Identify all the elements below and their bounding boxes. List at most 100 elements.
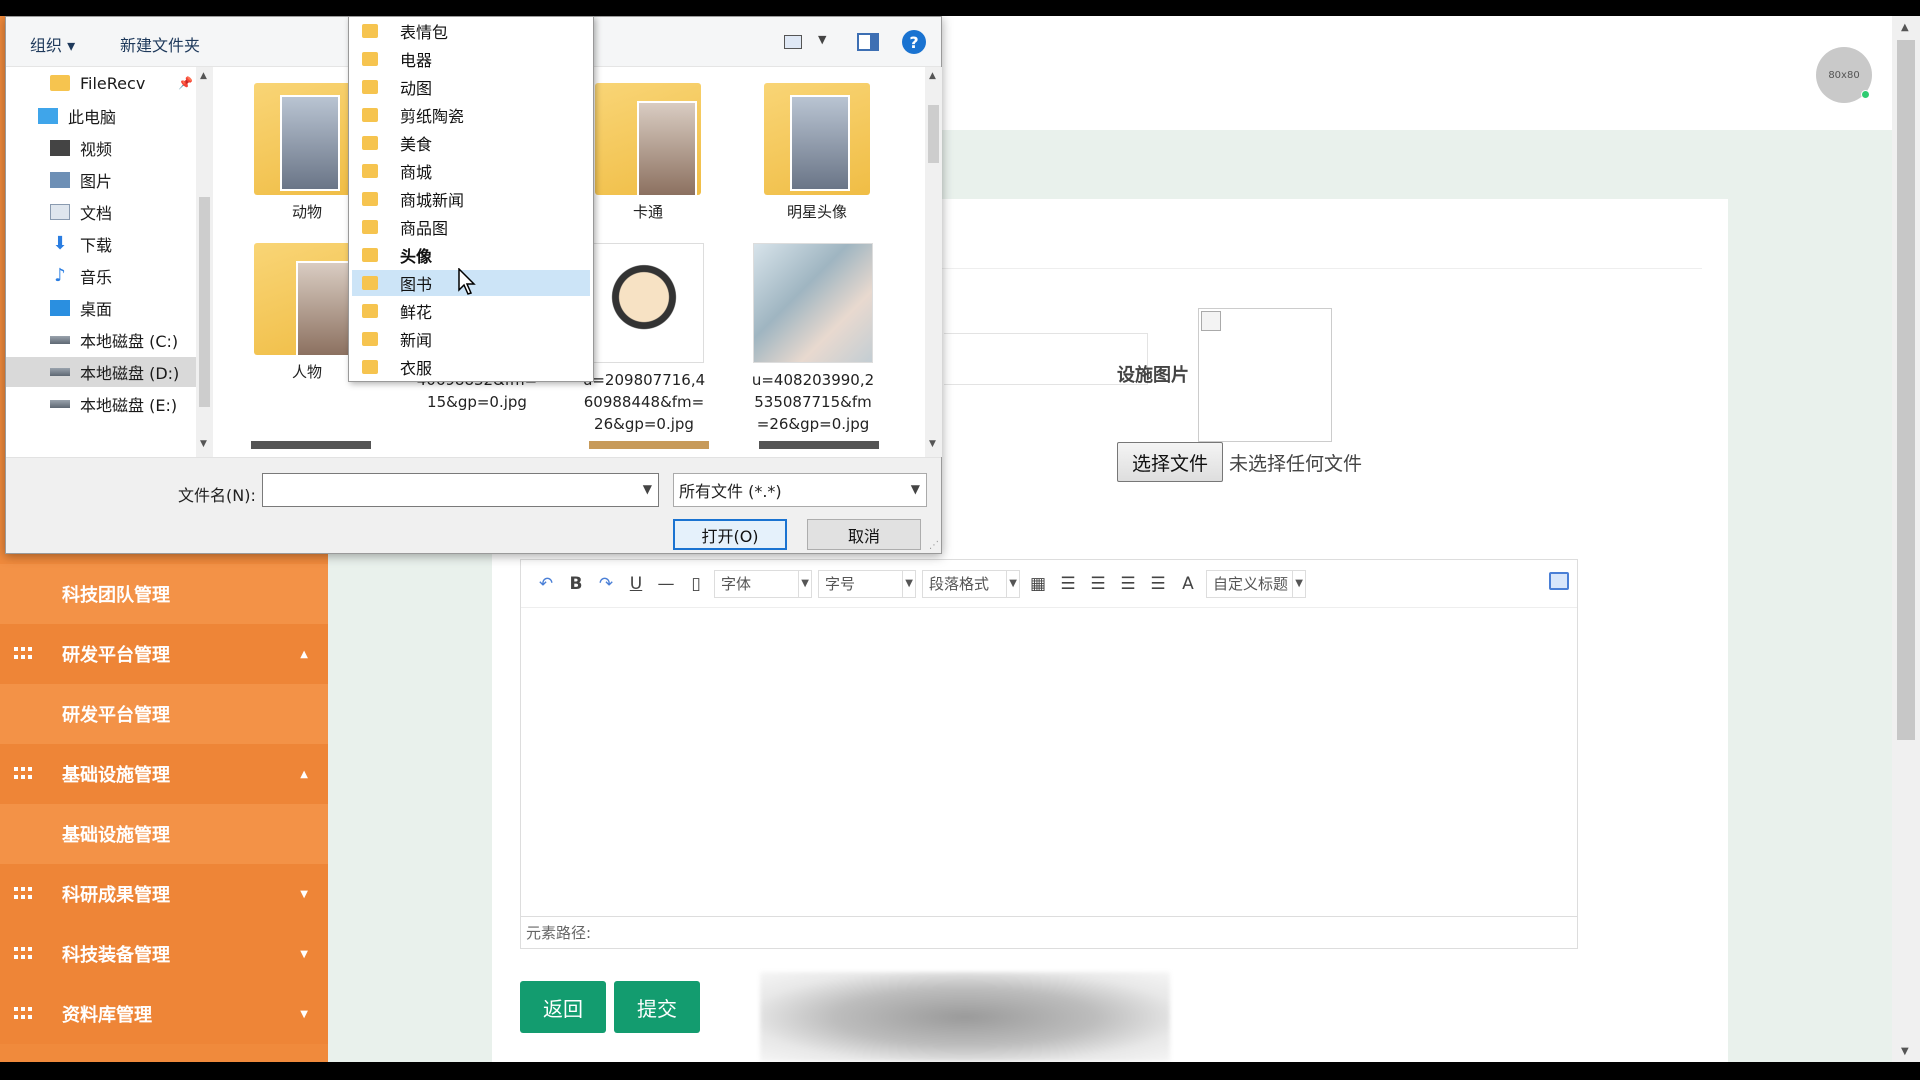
nav-item-disk-c[interactable]: 本地磁盘 (C:): [6, 325, 196, 355]
element-path-bar: 元素路径:: [521, 916, 1577, 948]
horizontal-rule-icon[interactable]: —: [651, 571, 681, 597]
scroll-down-icon[interactable]: ▼: [1901, 1046, 1909, 1057]
nav-item-desktop[interactable]: 桌面: [6, 293, 196, 323]
filename-label: 文件名(N):: [178, 486, 256, 505]
paragraph-format-select[interactable]: 段落格式 ▼: [922, 569, 1020, 598]
sidebar-group-infrastructure[interactable]: 基础设施管理 ▲: [0, 744, 328, 804]
align-right-icon[interactable]: ☰: [1083, 571, 1113, 597]
chevron-down-icon[interactable]: ▼: [643, 482, 652, 496]
nav-item-label: 此电脑: [68, 108, 117, 127]
preview-pane-icon[interactable]: [857, 33, 879, 51]
redo-icon[interactable]: ↷: [591, 571, 621, 597]
sidebar-item-label: 研发平台管理: [62, 705, 170, 726]
dropdown-folder-item[interactable]: 剪纸陶瓷: [352, 102, 590, 128]
filename-input[interactable]: ▼: [262, 473, 659, 507]
nav-item-this-pc[interactable]: 此电脑: [6, 101, 196, 131]
file-list-scrollbar[interactable]: ▲ ▼: [925, 67, 942, 457]
dropdown-folder-item[interactable]: 商城: [352, 158, 590, 184]
nav-item-videos[interactable]: 视频: [6, 133, 196, 163]
sidebar-group-resource-library[interactable]: 资料库管理 ▼: [0, 984, 328, 1044]
scroll-up-icon[interactable]: ▲: [1901, 22, 1909, 33]
nav-item-disk-d[interactable]: 本地磁盘 (D:): [6, 357, 196, 387]
resize-grip-icon[interactable]: ⋰: [929, 540, 939, 551]
dropdown-folder-item[interactable]: 商品图: [352, 214, 590, 240]
document-icon[interactable]: ▯: [681, 571, 711, 597]
file-item-folder[interactable]: 明星头像: [752, 83, 882, 223]
choose-file-button[interactable]: 选择文件: [1117, 442, 1223, 482]
submit-button[interactable]: 提交: [614, 981, 700, 1033]
image-preview: [1198, 308, 1332, 442]
folder-name: 剪纸陶瓷: [400, 107, 465, 126]
align-justify-icon[interactable]: ☰: [1143, 571, 1173, 597]
nav-item-pictures[interactable]: 图片: [6, 165, 196, 195]
view-options-icon[interactable]: [784, 35, 802, 49]
new-folder-button[interactable]: 新建文件夹: [120, 32, 200, 56]
documents-icon: [50, 204, 70, 220]
sidebar-group-rd-platform[interactable]: 研发平台管理 ▲: [0, 624, 328, 684]
table-icon[interactable]: ▦: [1023, 571, 1053, 597]
preview-icon[interactable]: [1549, 572, 1569, 590]
element-path-label: 元素路径:: [526, 924, 592, 942]
file-type-select[interactable]: 所有文件 (*.*) ▼: [673, 473, 927, 507]
chevron-down-icon: ▼: [300, 888, 308, 900]
screen-bottom-border: [0, 1062, 1920, 1080]
organize-menu[interactable]: 组织 ▾: [30, 32, 75, 56]
avatar[interactable]: 80x80: [1816, 47, 1872, 103]
sidebar-group-tech-equipment[interactable]: 科技装备管理 ▼: [0, 924, 328, 984]
page-scrollbar[interactable]: ▲ ▼: [1892, 16, 1920, 1062]
nav-item-documents[interactable]: 文档: [6, 197, 196, 227]
pin-icon: 📌: [178, 76, 193, 90]
undo-icon[interactable]: ↶: [531, 571, 561, 597]
align-left-icon[interactable]: ☰: [1053, 571, 1083, 597]
sidebar-group-research-results[interactable]: 科研成果管理 ▼: [0, 864, 328, 924]
scroll-down-icon[interactable]: ▼: [929, 439, 936, 449]
scroll-down-icon[interactable]: ▼: [200, 439, 207, 449]
chevron-down-icon[interactable]: ▼: [818, 33, 826, 46]
file-item-folder[interactable]: 卡通: [583, 83, 713, 223]
nav-item-downloads[interactable]: ⬇ 下载: [6, 229, 196, 259]
nav-item-filerecv[interactable]: FileRecv 📌: [6, 68, 196, 98]
dropdown-folder-item[interactable]: 电器: [352, 46, 590, 72]
folder-name: 图书: [400, 275, 433, 294]
nav-item-music[interactable]: ♪ 音乐: [6, 261, 196, 291]
image-thumbnail-partial: [759, 441, 879, 449]
cancel-button[interactable]: 取消: [807, 519, 921, 550]
dropdown-folder-item[interactable]: 新闻: [352, 326, 590, 352]
folder-icon: [764, 83, 870, 195]
file-type-value: 所有文件 (*.*): [679, 482, 782, 501]
dropdown-folder-item[interactable]: 美食: [352, 130, 590, 156]
file-item-image[interactable]: u=408203990,2535087715&fm=26&gp=0.jpg: [749, 243, 877, 435]
sidebar-item-rd-platform[interactable]: 研发平台管理: [0, 684, 328, 744]
image-thumbnail: [753, 243, 873, 363]
font-size-select[interactable]: 字号 ▼: [818, 569, 916, 598]
scroll-up-icon[interactable]: ▲: [200, 71, 207, 81]
dropdown-folder-item[interactable]: 商城新闻: [352, 186, 590, 212]
bold-icon[interactable]: B: [561, 571, 591, 597]
avatar-placeholder-text: 80x80: [1828, 69, 1860, 81]
scrollbar-thumb[interactable]: [928, 105, 939, 163]
file-item-image[interactable]: u=209807716,460988448&fm=26&gp=0.jpg: [580, 243, 708, 435]
nav-item-disk-e[interactable]: 本地磁盘 (E:): [6, 389, 196, 419]
scrollbar-thumb[interactable]: [199, 197, 210, 407]
sidebar-item-tech-team[interactable]: 科技团队管理: [0, 564, 328, 624]
font-family-select[interactable]: 字体 ▼: [714, 569, 812, 598]
nav-scrollbar[interactable]: ▲ ▼: [196, 67, 213, 457]
open-button[interactable]: 打开(O): [673, 519, 787, 550]
dropdown-folder-item[interactable]: 鲜花: [352, 298, 590, 324]
dropdown-folder-item[interactable]: 头像: [352, 242, 590, 268]
back-button[interactable]: 返回: [520, 981, 606, 1033]
custom-title-select[interactable]: 自定义标题 ▼: [1206, 569, 1306, 598]
font-color-icon[interactable]: A: [1173, 571, 1203, 597]
image-thumbnail-partial: [589, 441, 709, 449]
align-center-icon[interactable]: ☰: [1113, 571, 1143, 597]
folder-name: 表情包: [400, 23, 449, 42]
scroll-up-icon[interactable]: ▲: [929, 71, 936, 81]
sidebar-item-infrastructure[interactable]: 基础设施管理: [0, 804, 328, 864]
help-icon[interactable]: ?: [902, 30, 926, 54]
no-file-chosen-text: 未选择任何文件: [1229, 453, 1363, 475]
scrollbar-thumb[interactable]: [1897, 40, 1915, 740]
underline-icon[interactable]: U: [621, 571, 651, 597]
dropdown-folder-item[interactable]: 动图: [352, 74, 590, 100]
dropdown-folder-item[interactable]: 表情包: [352, 18, 590, 44]
dropdown-folder-item[interactable]: 衣服: [352, 354, 590, 380]
